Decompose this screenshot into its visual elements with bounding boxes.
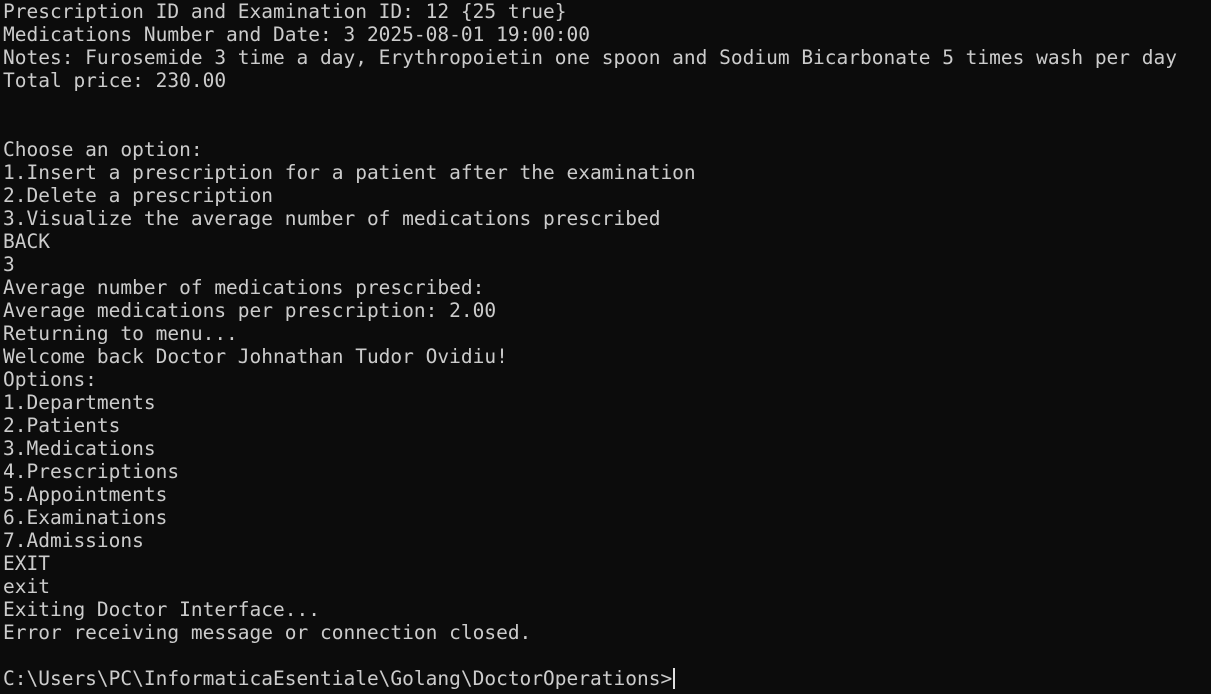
prompt-path: C:\Users\PC\InformaticaEsentiale\Golang\… <box>3 667 673 690</box>
command-prompt[interactable]: C:\Users\PC\InformaticaEsentiale\Golang\… <box>3 667 1177 690</box>
output-line-average-heading: Average number of medications prescribed… <box>3 276 485 299</box>
user-input-line: exit <box>3 575 50 598</box>
output-line-blank <box>3 92 1177 115</box>
output-line-notes: Notes: Furosemide 3 time a day, Erythrop… <box>3 46 1177 69</box>
menu-option-departments: 1.Departments <box>3 391 156 414</box>
output-line-welcome: Welcome back Doctor Johnathan Tudor Ovid… <box>3 345 508 368</box>
menu-option-insert-prescription: 1.Insert a prescription for a patient af… <box>3 161 696 184</box>
menu-option-prescriptions: 4.Prescriptions <box>3 460 180 483</box>
menu-option-visualize-average: 3.Visualize the average number of medica… <box>3 207 661 230</box>
menu-option-appointments: 5.Appointments <box>3 483 168 506</box>
output-line-total-price: Total price: 230.00 <box>3 69 227 92</box>
user-input-line: 3 <box>3 253 15 276</box>
menu-option-patients: 2.Patients <box>3 414 121 437</box>
menu-option-exit: EXIT <box>3 552 50 575</box>
menu-option-admissions: 7.Admissions <box>3 529 144 552</box>
text-cursor <box>673 668 676 689</box>
menu-option-back: BACK <box>3 230 50 253</box>
menu-option-delete-prescription: 2.Delete a prescription <box>3 184 274 207</box>
output-line-options-heading: Options: <box>3 368 97 391</box>
terminal-window[interactable]: Prescription ID and Examination ID: 12 {… <box>0 0 1211 694</box>
output-line-returning: Returning to menu... <box>3 322 238 345</box>
output-line-choose-option: Choose an option: <box>3 138 203 161</box>
menu-option-medications: 3.Medications <box>3 437 156 460</box>
output-line-blank <box>3 115 1177 138</box>
output-line-exiting: Exiting Doctor Interface... <box>3 598 320 621</box>
output-line-average-value: Average medications per prescription: 2.… <box>3 299 497 322</box>
output-line-medications-date: Medications Number and Date: 3 2025-08-0… <box>3 23 590 46</box>
terminal-output: Prescription ID and Examination ID: 12 {… <box>3 0 1177 690</box>
output-line-prescription-ids: Prescription ID and Examination ID: 12 {… <box>3 0 567 23</box>
output-line-blank <box>3 644 1177 667</box>
menu-option-examinations: 6.Examinations <box>3 506 168 529</box>
output-line-error: Error receiving message or connection cl… <box>3 621 532 644</box>
